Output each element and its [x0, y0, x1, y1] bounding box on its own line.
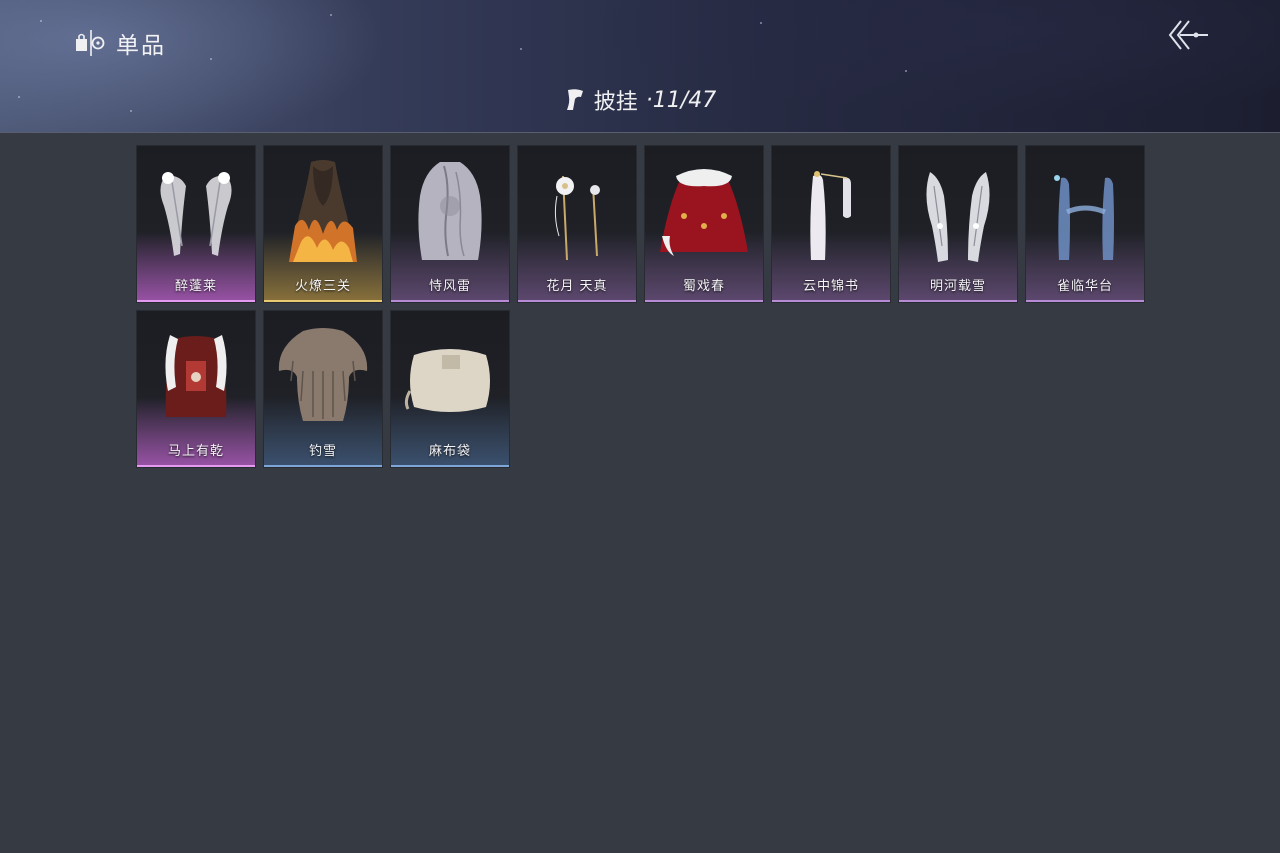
flame-cloak-icon	[289, 160, 357, 262]
star-decoration	[520, 48, 522, 50]
grey-robe-icon	[418, 162, 482, 260]
rarity-bar	[391, 300, 509, 302]
category-count: ·11/47	[645, 87, 717, 113]
item-icon	[76, 30, 105, 56]
item-name: 火燎三关	[294, 279, 351, 294]
item-name: 恃风雷	[428, 279, 471, 294]
item-card[interactable]: 钓雪	[264, 311, 382, 467]
item-name: 云中锦书	[802, 279, 859, 294]
silver-wings-icon	[926, 172, 990, 262]
straw-cape-icon	[278, 328, 368, 421]
feather-wings-icon	[160, 172, 232, 256]
star-decoration	[210, 58, 212, 60]
item-name: 雀临华台	[1056, 279, 1113, 294]
rarity-bar	[645, 300, 763, 302]
page-title: 单品	[116, 33, 166, 59]
rarity-bar	[772, 300, 890, 302]
rarity-bar	[264, 465, 382, 467]
item-name: 明河载雪	[929, 279, 986, 294]
red-fur-coat-icon	[165, 335, 227, 417]
star-decoration	[330, 14, 332, 16]
rarity-bar	[137, 465, 255, 467]
item-card[interactable]: 火燎三关	[264, 146, 382, 302]
item-card[interactable]: 云中锦书	[772, 146, 890, 302]
category-label: 披挂	[593, 90, 638, 115]
rarity-bar	[391, 465, 509, 467]
cloak-icon	[566, 89, 583, 110]
item-card[interactable]: 花月 天真	[518, 146, 636, 302]
item-card[interactable]: 麻布袋	[391, 311, 509, 467]
item-grid: 醉蓬莱 火燎三关 恃风雷 花月 天真 蜀戏春 云中锦书 明河载雪 雀临华台 马上…	[137, 146, 1144, 467]
category-heading: 披挂 ·11/47	[0, 84, 1280, 118]
white-ribbon-icon	[810, 171, 851, 260]
item-name: 蜀戏春	[682, 279, 725, 294]
top-header: 单品 披挂 ·11/47	[0, 0, 1280, 133]
item-name: 钓雪	[308, 444, 337, 459]
item-card[interactable]: 恃风雷	[391, 146, 509, 302]
item-card[interactable]: 雀临华台	[1026, 146, 1144, 302]
red-fur-cape-icon	[660, 169, 748, 256]
star-decoration	[760, 22, 762, 24]
item-name: 花月 天真	[546, 279, 608, 294]
sack-icon	[404, 349, 490, 412]
item-card[interactable]: 蜀戏春	[645, 146, 763, 302]
item-card[interactable]: 明河载雪	[899, 146, 1017, 302]
rarity-bar	[264, 300, 382, 302]
star-decoration	[905, 70, 907, 72]
item-name: 麻布袋	[428, 444, 471, 459]
star-decoration	[40, 20, 42, 22]
page-title-group: 单品	[74, 26, 166, 60]
rarity-bar	[1026, 300, 1144, 302]
item-name: 马上有乾	[167, 444, 224, 459]
back-arrow-icon[interactable]	[1166, 18, 1210, 52]
rarity-bar	[137, 300, 255, 302]
item-card[interactable]: 醉蓬莱	[137, 146, 255, 302]
item-card[interactable]: 马上有乾	[137, 311, 255, 467]
rarity-bar	[899, 300, 1017, 302]
blue-sash-icon	[1054, 175, 1114, 260]
rarity-bar	[518, 300, 636, 302]
flower-hairpin-icon	[554, 175, 600, 261]
item-name: 醉蓬莱	[174, 279, 217, 294]
